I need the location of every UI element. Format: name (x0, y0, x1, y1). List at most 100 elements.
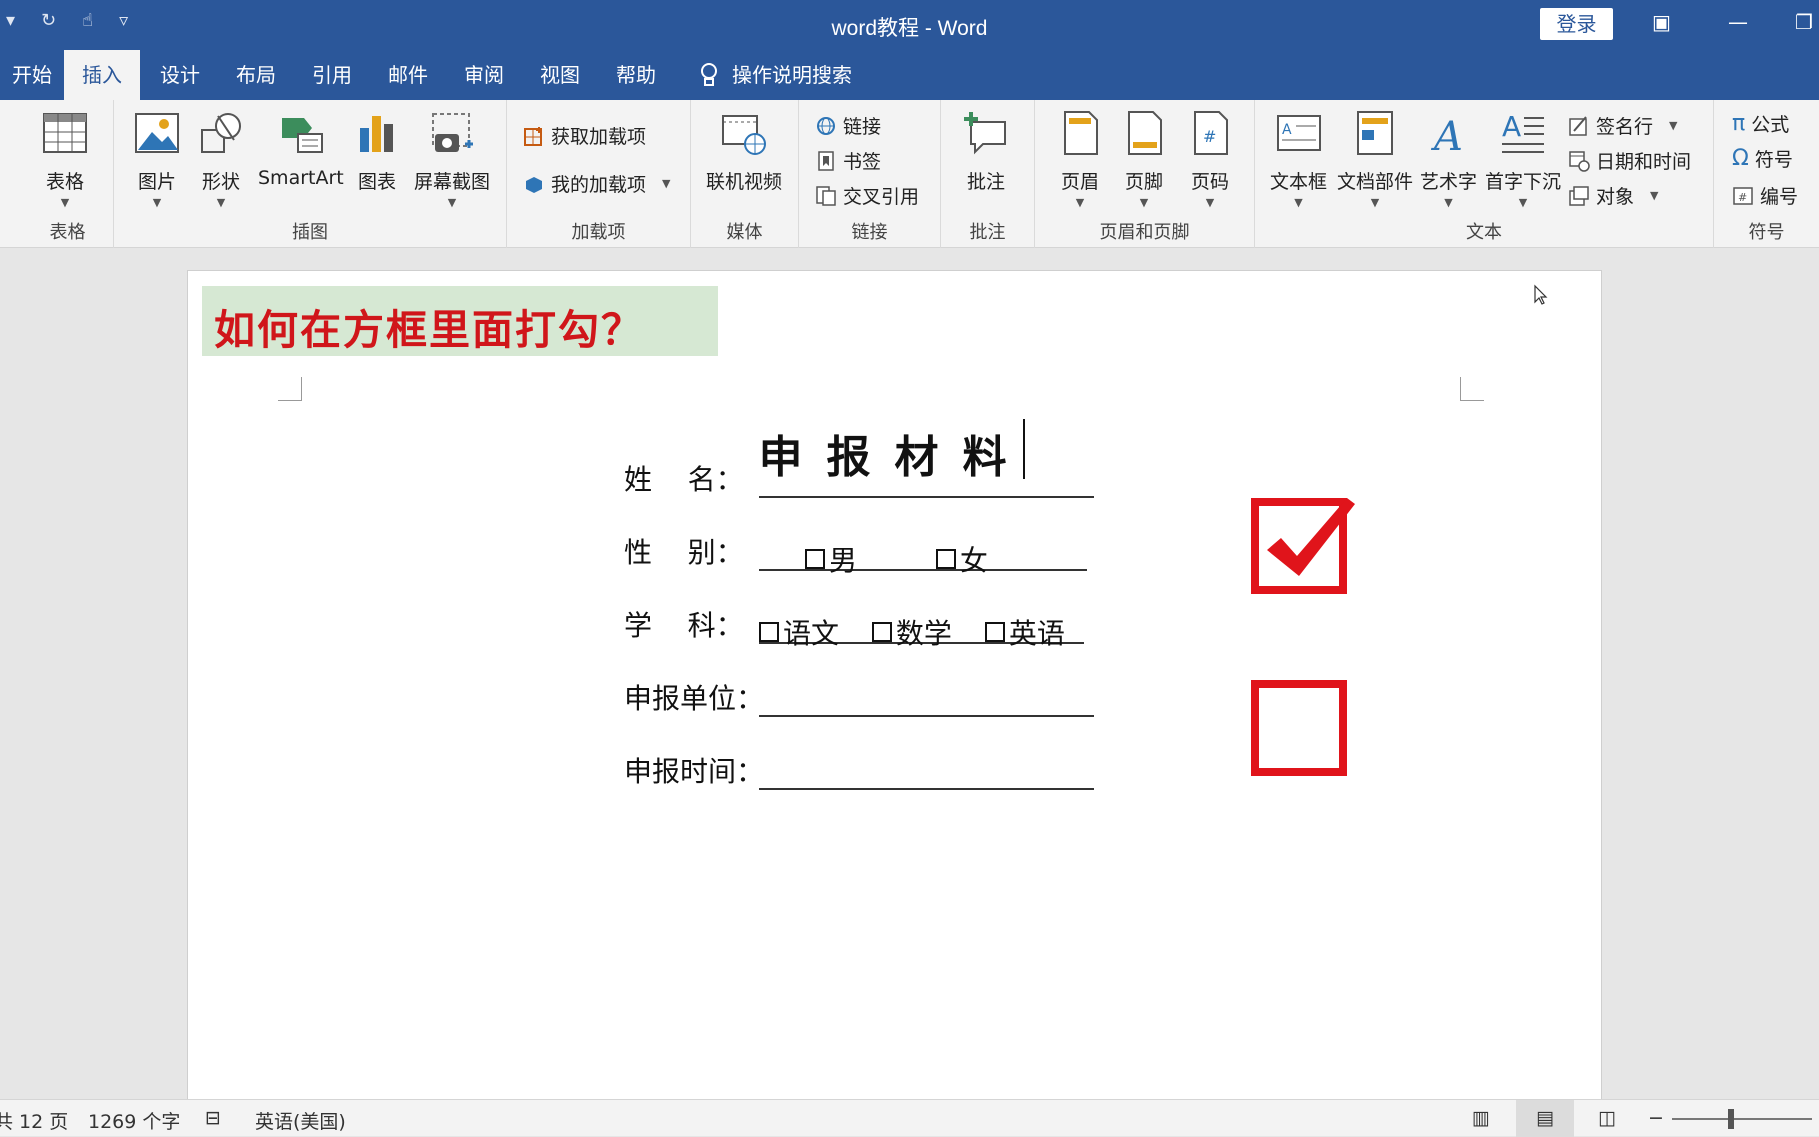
chart-icon (360, 116, 393, 152)
proofing-icon[interactable]: ⊟ (205, 1107, 221, 1129)
ribbon-display-icon[interactable]: ▣ (1652, 10, 1671, 34)
language-indicator[interactable]: 英语(美国) (255, 1107, 346, 1134)
login-button[interactable]: 登录 (1540, 8, 1613, 40)
tab-design[interactable]: 设计 (148, 50, 212, 100)
gender-option-female[interactable]: 女 (935, 539, 988, 579)
page-number-button[interactable]: # 页码 ▼ (1187, 110, 1233, 209)
comment-button[interactable]: 批注 (963, 110, 1009, 194)
unit-field[interactable] (759, 685, 1094, 717)
name-field[interactable] (759, 466, 1094, 498)
tab-help[interactable]: 帮助 (604, 50, 668, 100)
header-button[interactable]: 页眉 ▼ (1057, 110, 1103, 209)
crossref-button[interactable]: 交叉引用 (815, 182, 919, 209)
calendar-icon (1569, 150, 1590, 172)
subject-option-chinese[interactable]: 语文 (759, 612, 839, 652)
link-button[interactable]: 链接 (815, 112, 881, 139)
read-mode-icon[interactable]: ▥ (1472, 1107, 1490, 1129)
gender-label: 性 别： (624, 536, 744, 569)
subject-option-english[interactable]: 英语 (984, 612, 1065, 652)
document-page[interactable]: 如何在方框里面打勾？ 申报材料 姓 名： 性 别： 男 女 学 科： 语文 数学… (187, 270, 1602, 1100)
datetime-button[interactable]: 日期和时间 (1568, 147, 1691, 174)
object-button[interactable]: 对象 ▼ (1568, 182, 1658, 209)
bookmark-icon (818, 150, 834, 171)
group-label-addins: 加载项 (571, 222, 626, 243)
group-links: 链接 书签 交叉引用 链接 (799, 100, 941, 248)
checkbox-empty-icon (871, 622, 892, 642)
screenshot-icon (432, 113, 473, 152)
web-layout-icon[interactable]: ◫ (1598, 1107, 1616, 1129)
shapes-button[interactable]: 形状 ▼ (198, 110, 244, 209)
empty-box[interactable] (1251, 680, 1347, 776)
crossref-label: 交叉引用 (843, 186, 920, 208)
word-count[interactable]: 1269 个字 (88, 1107, 180, 1134)
subject-label: 学 科： (624, 609, 744, 642)
dropcap-button[interactable]: A 首字下沉 ▼ (1485, 110, 1561, 209)
quickparts-button[interactable]: 文档部件 ▼ (1337, 110, 1413, 209)
tab-view[interactable]: 视图 (528, 50, 592, 100)
group-comments: 批注 批注 (941, 100, 1035, 248)
footer-button[interactable]: 页脚 ▼ (1121, 110, 1167, 209)
screenshot-button[interactable]: 屏幕截图 ▼ (414, 110, 490, 209)
ribbon-tabs: 开始 插入 设计 布局 引用 邮件 审阅 视图 帮助 操作说明搜索 (0, 50, 1819, 100)
tab-home[interactable]: 开始 (0, 50, 64, 100)
checkbox-empty-icon (805, 549, 825, 569)
signature-line-button[interactable]: 签名行 ▼ (1568, 112, 1677, 139)
header-label: 页眉 (1060, 171, 1099, 193)
smartart-button[interactable]: SmartArt (258, 110, 344, 189)
page-number-label: 页码 (1190, 171, 1229, 193)
symbol-button[interactable]: Ω 符号 (1732, 145, 1793, 172)
get-addins-button[interactable]: 获取加载项 (523, 122, 646, 149)
ribbon: 表格 ▼ 表格 图片 ▼ 形状 ▼ SmartArt 图表 屏幕截图 ▼ 插图 … (0, 100, 1819, 248)
wordart-button[interactable]: A 艺术字 ▼ (1420, 110, 1477, 209)
comment-icon (964, 112, 1006, 155)
tab-insert[interactable]: 插入 (64, 50, 140, 100)
picture-button[interactable]: 图片 ▼ (134, 110, 180, 209)
crossref-icon (816, 185, 836, 206)
chevron-down-icon: ▼ (60, 196, 70, 209)
get-addins-label: 获取加载项 (551, 126, 647, 148)
margin-corner-right (1460, 377, 1484, 401)
zoom-out-icon[interactable]: − (1648, 1107, 1664, 1129)
bookmark-button[interactable]: 书签 (815, 147, 881, 174)
equation-button[interactable]: π 公式 (1732, 110, 1789, 137)
textbox-button[interactable]: A 文本框 ▼ (1270, 110, 1327, 209)
tab-references[interactable]: 引用 (300, 50, 364, 100)
tab-mailings[interactable]: 邮件 (376, 50, 440, 100)
numbering-button[interactable]: # 编号 (1732, 182, 1798, 209)
checked-box[interactable] (1251, 498, 1355, 594)
tell-me-search[interactable]: 操作说明搜索 (698, 50, 852, 100)
chevron-down-icon: ▼ (1139, 196, 1149, 209)
zoom-slider[interactable] (1672, 1118, 1812, 1120)
chevron-down-icon: ▼ (662, 177, 671, 190)
page-count[interactable]: 共 12 页 (0, 1107, 68, 1134)
dropcap-label: 首字下沉 (1485, 171, 1562, 193)
object-label: 对象 (1596, 186, 1635, 208)
lightbulb-icon (701, 63, 717, 86)
form-row-subject: 学 科： 语文 数学 英语 (624, 600, 1084, 650)
mouse-cursor-icon (1534, 284, 1548, 305)
gender-option-male[interactable]: 男 (805, 539, 857, 579)
zoom-slider-thumb[interactable] (1728, 1109, 1734, 1129)
group-label-comments: 批注 (969, 222, 1006, 243)
comment-label: 批注 (966, 171, 1005, 193)
table-button[interactable]: 表格 ▼ (42, 110, 88, 209)
tab-review[interactable]: 审阅 (452, 50, 516, 100)
svg-text:#: # (1203, 127, 1216, 146)
document-area[interactable]: 如何在方框里面打勾？ 申报材料 姓 名： 性 别： 男 女 学 科： 语文 数学… (0, 249, 1819, 1100)
header-icon (1064, 111, 1098, 155)
tab-layout[interactable]: 布局 (224, 50, 288, 100)
minimize-icon[interactable]: — (1728, 10, 1748, 34)
chart-label: 图表 (357, 171, 396, 193)
my-addins-button[interactable]: 我的加载项 ▼ (523, 170, 670, 197)
subject-option-math[interactable]: 数学 (871, 612, 952, 652)
shapes-icon (201, 113, 241, 153)
omega-icon: Ω (1732, 146, 1749, 171)
chart-button[interactable]: 图表 (354, 110, 400, 194)
print-layout-icon[interactable]: ▤ (1516, 1100, 1574, 1137)
chevron-down-icon: ▼ (447, 196, 457, 209)
chevron-down-icon: ▼ (1518, 196, 1528, 209)
online-video-button[interactable]: 联机视频 (706, 110, 782, 194)
restore-icon[interactable]: ❐ (1795, 10, 1813, 34)
group-label-symbols: 符号 (1748, 222, 1785, 243)
time-field[interactable] (759, 758, 1094, 790)
